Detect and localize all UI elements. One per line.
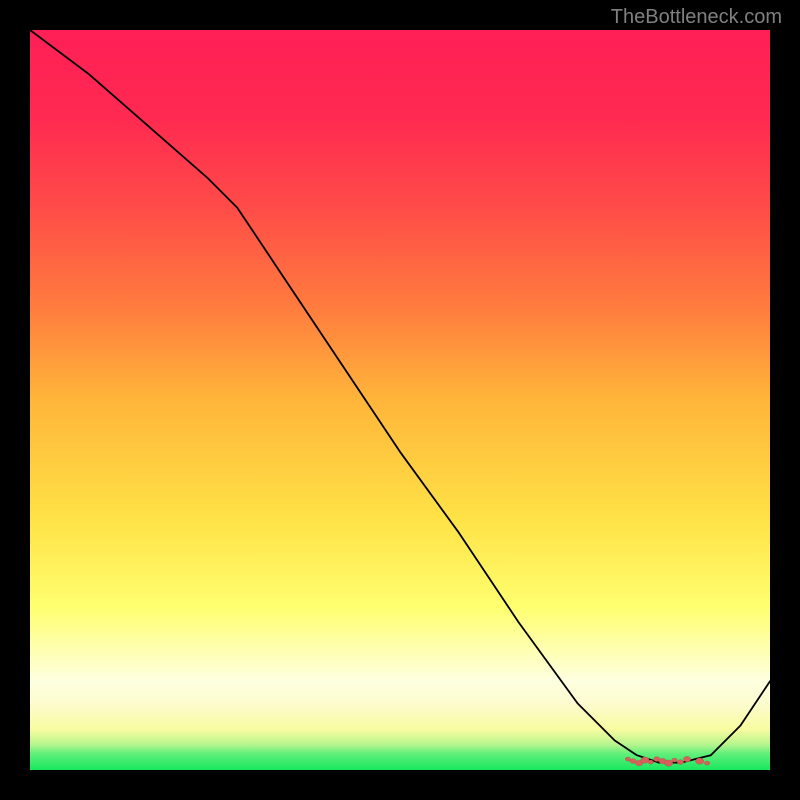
- valley-marker: [664, 760, 673, 766]
- chart-overlay-svg: [30, 30, 770, 770]
- bottleneck-curve: [30, 30, 770, 763]
- valley-marker: [683, 756, 691, 762]
- plot-area: [30, 30, 770, 770]
- valley-marker: [695, 758, 704, 764]
- watermark-text: TheBottleneck.com: [611, 6, 782, 29]
- valley-marker: [677, 760, 684, 765]
- valley-marker: [704, 761, 710, 765]
- valley-marker: [648, 760, 654, 764]
- chart-container: TheBottleneck.com: [0, 0, 800, 800]
- valley-marker: [672, 758, 678, 762]
